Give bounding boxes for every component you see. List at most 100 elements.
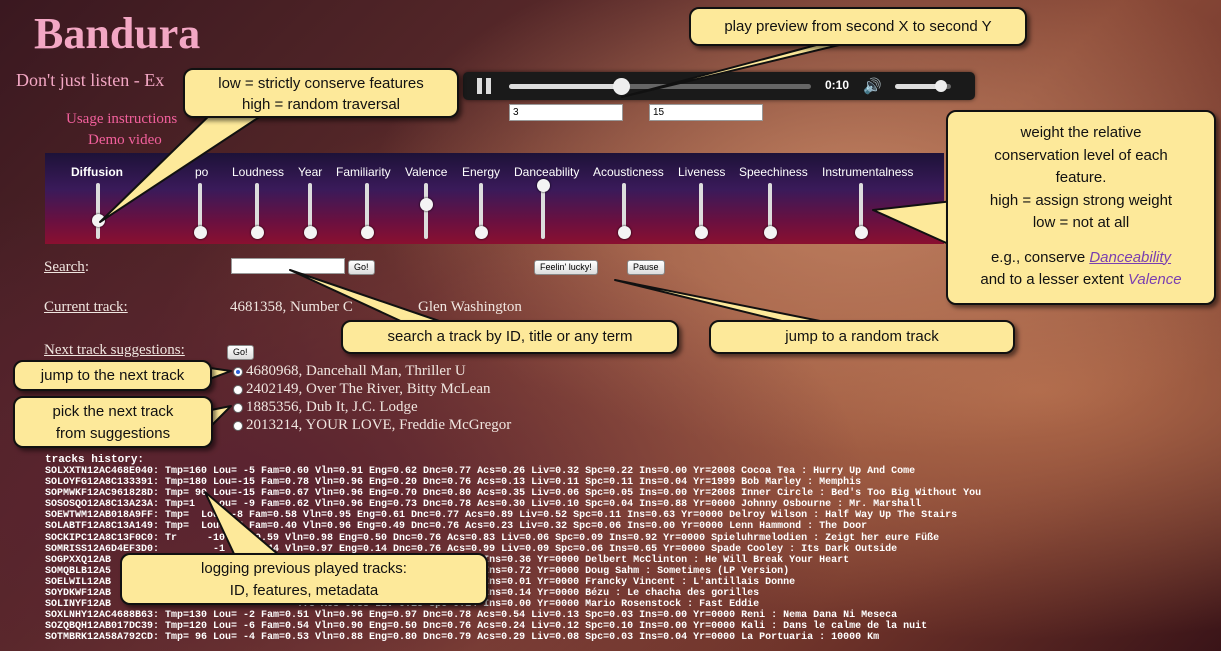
feature-label-valence: Valence: [405, 165, 448, 179]
callout-diffusion-line2: high = random traversal: [242, 96, 400, 113]
search-go-button[interactable]: Go!: [348, 260, 375, 275]
suggestion-radio[interactable]: [233, 421, 243, 431]
feature-label-energy: Energy: [462, 165, 501, 179]
callout-weights-line1: weight the relative: [1020, 124, 1142, 141]
slider-familiarity[interactable]: [361, 183, 374, 239]
speaker-icon[interactable]: 🔊: [863, 77, 882, 96]
current-track-value-start: 4681358, Number C: [230, 299, 353, 315]
slider-liveness[interactable]: [695, 183, 708, 239]
history-row: SOEWTWM12AB018A9FF: Tmp= Lou= -8 Fam=0.5…: [45, 510, 958, 522]
current-track-label: Current track:: [44, 299, 128, 315]
callout-weights-line3: feature.: [1055, 169, 1107, 186]
tagline: Don't just listen - Ex: [16, 70, 165, 90]
slider-year[interactable]: [304, 183, 317, 239]
suggestion-radio[interactable]: [233, 385, 243, 395]
callout-log-line2: ID, features, metadata: [229, 582, 379, 599]
suggestion-radio[interactable]: [233, 403, 243, 413]
search-input[interactable]: [231, 258, 345, 274]
slider-loudness[interactable]: [251, 183, 264, 239]
callout-search-text: search a track by ID, title or any term: [387, 328, 633, 345]
slider-valence[interactable]: [420, 183, 433, 239]
search-label-group: Search:: [44, 258, 89, 276]
current-time: 0:10: [825, 78, 850, 92]
callout-weights-example1: e.g., conserve Danceability: [948, 247, 1214, 270]
tracks-history-title: tracks history:: [45, 454, 145, 466]
next-go-button[interactable]: Go!: [227, 345, 254, 360]
history-row: SOXLNHY12AC4688B63: Tmp=130 Lou= -2 Fam=…: [45, 610, 898, 622]
history-row: SOCKIPC12A8C13F0C0: Tr -10 Fam=0.59 Vln=…: [45, 532, 940, 544]
current-track-value-end: Glen Washington: [418, 299, 522, 315]
slider-speechiness[interactable]: [764, 183, 777, 239]
feature-label-loudness: Loudness: [232, 165, 285, 179]
callout-pick-line1: pick the next track: [52, 403, 174, 420]
pointer-pick: [210, 405, 232, 427]
slider-acousticness[interactable]: [618, 183, 631, 239]
feature-sliders-panel: Diffusion po Loudness Year Familiarity V…: [45, 153, 944, 244]
seek-handle[interactable]: [612, 78, 630, 95]
slider-danceability[interactable]: [537, 179, 550, 239]
history-row: SOZQBQH12AB017DC39: Tmp=120 Lou= -6 Fam=…: [45, 621, 928, 633]
callout-pick: pick the next track from suggestions: [13, 396, 213, 448]
feature-label-instrumentalness: Instrumentalness: [822, 165, 914, 179]
callout-next: jump to the next track: [13, 360, 212, 391]
callout-weights: weight the relative conservation level o…: [946, 110, 1216, 305]
callout-preview: play preview from second X to second Y: [689, 7, 1027, 46]
callout-weights-eg-valence: Valence: [1127, 271, 1182, 288]
pointer-random: [614, 279, 831, 324]
feelin-lucky-button[interactable]: Feelin' lucky!: [534, 260, 598, 275]
preview-from-input[interactable]: [509, 104, 623, 121]
history-row: SOPMWKF12AC961828D: Tmp= 90 Lou=-15 Fam=…: [45, 488, 982, 500]
volume-handle[interactable]: [934, 80, 947, 92]
callout-weights-eg-mid: and to a lesser extent: [980, 271, 1128, 288]
slider-diffusion[interactable]: [92, 183, 105, 239]
suggestion-text: 2402149, Over The River, Bitty McLean: [246, 381, 491, 397]
callout-random: jump to a random track: [709, 320, 1015, 354]
feature-label-danceability: Danceability: [514, 165, 580, 179]
suggestion-text: 1885356, Dub It, J.C. Lodge: [246, 399, 418, 415]
history-row: SOLABTF12A8C13A149: Tmp= Lou= -7 Fam=0.4…: [45, 521, 868, 533]
history-row: SOSOSQO12A8C13A23A: Tmp=1 Lou= -9 Fam=0.…: [45, 499, 922, 511]
suggestion-radio[interactable]: [233, 367, 243, 377]
feature-label-diffusion: Diffusion: [71, 165, 123, 179]
feature-label-year: Year: [298, 165, 323, 179]
callout-weights-eg-danceability: Danceability: [1089, 248, 1172, 266]
suggestion-text: 2013214, YOUR LOVE, Freddie McGregor: [246, 417, 512, 433]
callout-diffusion: low = strictly conserve features high = …: [183, 68, 459, 118]
history-row: SOLOYFG12A8C133391: Tmp=180 Lou=-15 Fam=…: [45, 477, 862, 489]
slider-tempo[interactable]: [194, 183, 207, 239]
suggestion-text: 4680968, Dancehall Man, Thriller U: [246, 363, 466, 379]
pause-icon[interactable]: [477, 78, 493, 94]
callout-weights-line2: conservation level of each: [994, 146, 1168, 164]
feature-label-tempo: po: [195, 165, 209, 179]
search-label-colon: :: [84, 259, 89, 275]
pause-button[interactable]: Pause: [627, 260, 665, 275]
seek-bar[interactable]: [509, 78, 811, 95]
demo-video-link[interactable]: Demo video: [88, 132, 162, 149]
history-row: SOTMBRK12A58A792CD: Tmp= 96 Lou= -4 Fam=…: [45, 632, 880, 644]
next-suggestions-label: Next track suggestions:: [44, 342, 185, 358]
callout-weights-example2: and to a lesser extent Valence: [948, 269, 1214, 292]
history-row: SOLXXTN12AC468E040: Tmp=160 Lou= -5 Fam=…: [45, 466, 916, 477]
audio-player: 0:10 🔊: [463, 72, 975, 100]
callout-random-text: jump to a random track: [785, 328, 939, 345]
callout-log: logging previous played tracks: ID, feat…: [120, 553, 488, 605]
feature-label-familiarity: Familiarity: [336, 165, 391, 179]
callout-weights-line4: high = assign strong weight: [989, 191, 1173, 209]
slider-instrumentalness[interactable]: [855, 183, 868, 239]
callout-weights-eg-pre: e.g., conserve: [990, 248, 1090, 266]
feature-label-acousticness: Acousticness: [593, 165, 664, 179]
callout-log-line1: logging previous played tracks:: [201, 560, 407, 577]
usage-instructions-link[interactable]: Usage instructions: [66, 111, 177, 128]
search-label: Search: [44, 259, 85, 275]
feature-label-speechiness: Speechiness: [739, 165, 808, 179]
callout-next-text: jump to the next track: [40, 367, 185, 384]
callout-pick-line2: from suggestions: [55, 425, 171, 442]
callout-weights-line5: low = not at all: [1032, 214, 1130, 231]
volume-slider[interactable]: [895, 80, 951, 92]
callout-diffusion-line1: low = strictly conserve features: [218, 75, 424, 92]
callout-search: search a track by ID, title or any term: [341, 320, 679, 354]
seek-progress: [509, 84, 621, 89]
slider-energy[interactable]: [475, 183, 488, 239]
preview-to-input[interactable]: [649, 104, 763, 121]
app-title: Bandura: [34, 9, 201, 58]
